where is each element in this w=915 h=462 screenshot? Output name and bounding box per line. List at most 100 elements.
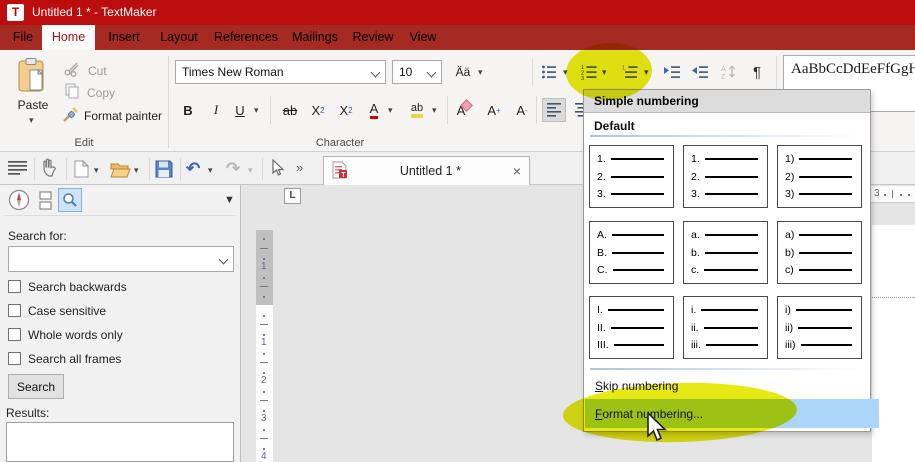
format-painter-button[interactable]: Format painter: [62, 106, 172, 126]
tab-stop-selector[interactable]: L: [284, 188, 301, 204]
new-document-icon: [74, 160, 89, 178]
bullet-list-icon: [541, 64, 557, 80]
sort-button[interactable]: AZ: [717, 60, 741, 84]
cut-button[interactable]: Cut: [64, 62, 164, 80]
new-document-button[interactable]: [74, 160, 89, 183]
redo-button[interactable]: ↷: [226, 159, 240, 179]
font-color-dropdown-arrow[interactable]: ▾: [388, 106, 393, 115]
tab-references[interactable]: References: [209, 25, 283, 50]
navigate-pane-button[interactable]: [8, 189, 30, 216]
checkbox-box: [8, 352, 21, 365]
ruler-number: 1: [261, 337, 267, 348]
ruler-number: 4: [261, 451, 267, 462]
numbering-style-1-period[interactable]: 1.2.3.: [589, 145, 674, 208]
subscript-button[interactable]: X2: [306, 98, 330, 122]
bullet-list-button[interactable]: [537, 60, 561, 84]
redo-dropdown-arrow[interactable]: ▾: [248, 166, 253, 175]
ruler-tick: [260, 362, 268, 363]
superscript-button[interactable]: X2: [334, 98, 358, 122]
save-button[interactable]: [155, 160, 173, 183]
tab-mailings[interactable]: Mailings: [285, 25, 345, 50]
divider: [590, 368, 862, 370]
horizontal-ruler[interactable]: 3: [871, 186, 915, 203]
paste-button[interactable]: Paste ▾: [8, 56, 58, 136]
copy-button[interactable]: Copy: [64, 84, 164, 102]
underline-dropdown-arrow[interactable]: ▾: [254, 106, 259, 115]
bold-button[interactable]: B: [176, 98, 200, 122]
numbering-style-a-paren[interactable]: a)b)c): [777, 221, 862, 284]
numbering-style-A-period[interactable]: A.B.C.: [589, 221, 674, 284]
paste-label: Paste: [8, 98, 58, 112]
increase-indent-button[interactable]: [659, 60, 683, 84]
separator: [447, 96, 448, 124]
checkbox-all-frames[interactable]: [8, 352, 21, 370]
tab-file[interactable]: File: [4, 25, 42, 50]
document-tab[interactable]: T Untitled 1 * ×: [323, 156, 530, 185]
search-pane-button[interactable]: [58, 188, 82, 212]
ruler-tick: [263, 391, 265, 393]
separator: [532, 58, 533, 86]
font-name-combobox[interactable]: Times New Roman: [175, 60, 386, 84]
numbering-style-i-period[interactable]: i.ii.iii.: [683, 296, 768, 359]
checkbox-whole-words[interactable]: [8, 328, 21, 346]
font-size-value: 10: [399, 65, 412, 79]
search-input[interactable]: [8, 246, 234, 272]
ruler-tick: [263, 410, 265, 412]
tab-home[interactable]: Home: [42, 25, 95, 50]
tab-insert[interactable]: Insert: [99, 25, 149, 50]
change-case-glyph: Ää: [456, 65, 471, 79]
numbering-style-i-paren[interactable]: i)ii)iii): [777, 296, 862, 359]
ruler-tick: [263, 448, 265, 450]
highlight-dropdown-arrow[interactable]: ▾: [432, 106, 437, 115]
toolbar-overflow-button[interactable]: »: [296, 160, 303, 175]
vertical-ruler[interactable]: 1 1 2 3 4: [256, 210, 273, 462]
grow-font-glyph: A: [487, 103, 496, 118]
close-tab-icon[interactable]: ×: [513, 163, 521, 179]
shrink-font-button[interactable]: A-: [510, 98, 534, 122]
sidebar-toggle-button[interactable]: [8, 161, 28, 180]
new-document-dropdown-arrow[interactable]: ▾: [94, 166, 99, 175]
undo-dropdown-arrow[interactable]: ▾: [208, 166, 213, 175]
checkbox-box: [8, 280, 21, 293]
grow-font-button[interactable]: A+: [482, 98, 506, 122]
formatting-marks-button[interactable]: ¶: [746, 60, 768, 84]
numbering-style-I-period[interactable]: I.II.III.: [589, 296, 674, 359]
font-color-button[interactable]: A: [362, 98, 386, 122]
reset-formatting-button[interactable]: A: [452, 98, 476, 122]
numbering-style-1-period-alt[interactable]: 1.2.3.: [683, 145, 768, 208]
format-painter-label: Format painter: [84, 109, 162, 123]
tab-view[interactable]: View: [401, 25, 445, 50]
highlight-button[interactable]: ab: [404, 98, 430, 122]
change-case-dropdown-arrow[interactable]: ▾: [478, 68, 483, 77]
font-size-combobox[interactable]: 10: [392, 60, 442, 84]
numbering-style-a-period[interactable]: a.b.c.: [683, 221, 768, 284]
undo-button[interactable]: ↶: [186, 159, 200, 179]
strikethrough-button[interactable]: ab: [278, 98, 302, 122]
increase-indent-icon: [663, 64, 680, 80]
app-icon: T: [7, 4, 24, 21]
tab-layout[interactable]: Layout: [151, 25, 207, 50]
open-button[interactable]: [110, 162, 131, 183]
checkbox-search-backwards[interactable]: [8, 280, 21, 298]
italic-button[interactable]: I: [204, 98, 228, 122]
results-list[interactable]: [6, 422, 234, 462]
search-button[interactable]: Search: [8, 374, 64, 399]
tab-review[interactable]: Review: [347, 25, 399, 50]
font-name-value: Times New Roman: [182, 65, 284, 79]
touch-mode-button[interactable]: [41, 158, 59, 183]
sidebar-menu-arrow[interactable]: ▼: [224, 194, 235, 206]
paste-dropdown-arrow[interactable]: ▾: [29, 116, 34, 125]
align-left-button[interactable]: [542, 98, 566, 122]
objects-pane-button[interactable]: [38, 191, 54, 215]
underline-button[interactable]: U: [228, 98, 252, 122]
change-case-button[interactable]: Ää: [450, 60, 476, 84]
checkbox-case-sensitive[interactable]: [8, 304, 21, 322]
ruler-tick: [263, 372, 265, 374]
separator: [536, 96, 537, 124]
ruler-tick: [263, 334, 265, 336]
numbering-style-1-paren[interactable]: 1)2)3): [777, 145, 862, 208]
decrease-indent-button[interactable]: [687, 60, 711, 84]
select-mode-button[interactable]: [270, 159, 286, 183]
margin-guide: [872, 297, 915, 298]
open-dropdown-arrow[interactable]: ▾: [134, 166, 139, 175]
